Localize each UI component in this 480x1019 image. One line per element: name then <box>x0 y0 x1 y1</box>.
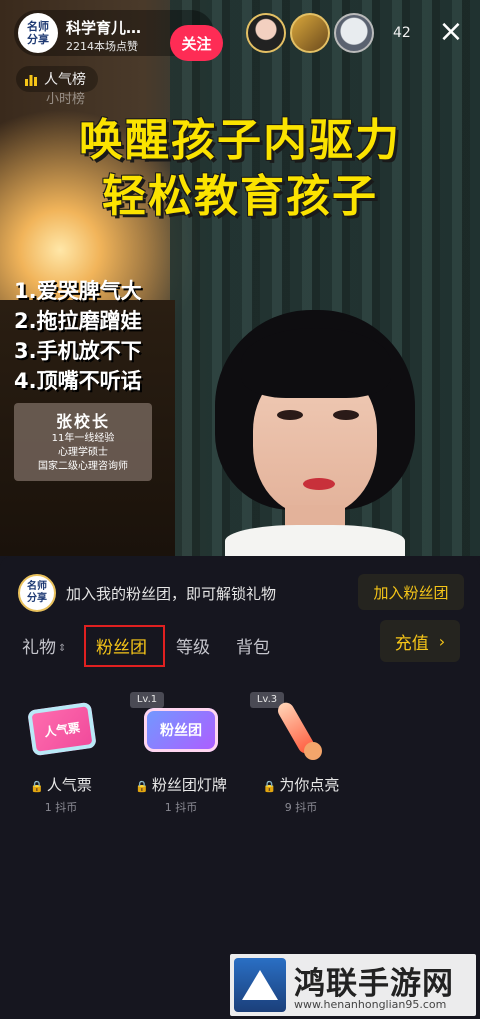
video-points: 1.爱哭脾气大 2.拖拉磨蹭娃 3.手机放不下 4.顶嘴不听话 <box>14 276 142 396</box>
fan-club-avatar: 名师 分享 <box>18 574 56 612</box>
tab-gift[interactable]: 礼物 ⇕ <box>22 633 66 658</box>
recharge-button[interactable]: 充值 › <box>380 620 460 662</box>
gift-price: 1 抖币 <box>44 801 78 814</box>
presenter-credential: 心理学硕士 <box>58 447 108 458</box>
rank-label: 人气榜 <box>44 72 86 88</box>
recharge-label: 充值 <box>394 633 429 654</box>
presenter-credential: 11年一线经验 <box>51 433 115 444</box>
presenter-name: 张校长 <box>55 412 110 431</box>
join-fan-club-button[interactable]: 加入粉丝团 <box>358 574 464 610</box>
follow-button[interactable]: 关注 <box>170 25 223 61</box>
gift-name: 人气票 <box>46 776 92 794</box>
tab-bag[interactable]: 背包 <box>236 633 270 658</box>
site-watermark: 鸿联手游网 www.henanhonglian95.com <box>230 954 476 1016</box>
video-point: 1.爱哭脾气大 <box>14 279 142 303</box>
rank-sub-label: 小时榜 <box>46 92 86 107</box>
tab-level[interactable]: 等级 <box>176 633 210 658</box>
host-avatar-text: 分享 <box>27 33 49 46</box>
fan-light-sign-text: 粉丝团 <box>144 708 218 752</box>
video-headline-2: 轻松教育孩子 <box>102 171 378 222</box>
fan-light-sign-icon: Lv.1 粉丝团 <box>126 692 236 768</box>
host-avatar[interactable]: 名师 分享 <box>18 13 58 53</box>
gift-name: 粉丝团灯牌 <box>151 776 227 794</box>
viewer-avatar[interactable] <box>246 13 286 53</box>
host-avatar-text: 名师 <box>27 20 49 33</box>
lock-icon: 🔒 <box>262 780 277 793</box>
live-video[interactable]: 唤醒孩子内驱力 轻松教育孩子 1.爱哭脾气大 2.拖拉磨蹭娃 3.手机放不下 4… <box>0 0 480 556</box>
video-point: 2.拖拉磨蹭娃 <box>14 309 142 333</box>
gift-item[interactable]: Lv.3 🔒 为你点亮 9 抖币 <box>246 692 356 815</box>
host-person <box>215 310 415 556</box>
tab-fan-club[interactable]: 粉丝团 <box>96 633 147 658</box>
presenter-card: 张校长 11年一线经验 心理学硕士 国家二级心理咨询师 <box>14 403 152 481</box>
host-info-pill[interactable]: 名师 分享 科学育儿… 2214本场点赞 关注 <box>14 10 223 61</box>
host-likes: 2214本场点赞 <box>66 40 138 53</box>
presenter-credential: 国家二级心理咨询师 <box>38 461 128 472</box>
host-name[interactable]: 科学育儿… <box>66 17 141 38</box>
watermark-logo-icon <box>234 958 286 1012</box>
gift-price: 1 抖币 <box>164 801 198 814</box>
gift-item[interactable]: 人气票 🔒 人气票 1 抖币 <box>6 694 116 815</box>
watermark-url: www.henanhonglian95.com <box>294 998 447 1011</box>
ticket-icon: 人气票 <box>6 694 116 768</box>
lock-icon: 🔒 <box>135 780 149 793</box>
bar-chart-icon <box>25 75 37 86</box>
viewer-avatar[interactable] <box>334 13 374 53</box>
ticket-icon-text: 人气票 <box>27 701 97 757</box>
video-point: 4.顶嘴不听话 <box>14 369 142 393</box>
level-badge: Lv.1 <box>130 692 164 708</box>
glow-stick-icon: Lv.3 <box>246 692 356 768</box>
close-icon[interactable]: × <box>436 17 466 47</box>
viewer-count[interactable]: 42 <box>393 25 411 41</box>
fan-club-hint: 加入我的粉丝团，即可解锁礼物 <box>66 585 277 603</box>
gift-panel: 名师 分享 加入我的粉丝团，即可解锁礼物 加入粉丝团 礼物 ⇕ 粉丝团 等级 背包… <box>0 556 480 1019</box>
gift-name: 为你点亮 <box>279 776 340 794</box>
tab-gift-label: 礼物 <box>22 638 56 658</box>
chevron-right-icon: › <box>438 631 446 651</box>
gift-item[interactable]: Lv.1 粉丝团 🔒 粉丝团灯牌 1 抖币 <box>126 692 236 815</box>
lock-icon: 🔒 <box>30 780 44 793</box>
video-point: 3.手机放不下 <box>14 339 142 363</box>
fan-avatar-text: 分享 <box>27 593 47 604</box>
fan-avatar-text: 名师 <box>27 581 47 592</box>
gift-price: 9 抖币 <box>284 801 318 814</box>
sort-arrows-icon: ⇕ <box>58 642 67 654</box>
viewer-avatar[interactable] <box>290 13 330 53</box>
video-headline-1: 唤醒孩子内驱力 <box>79 115 401 166</box>
watermark-title: 鸿联手游网 <box>294 966 454 1002</box>
